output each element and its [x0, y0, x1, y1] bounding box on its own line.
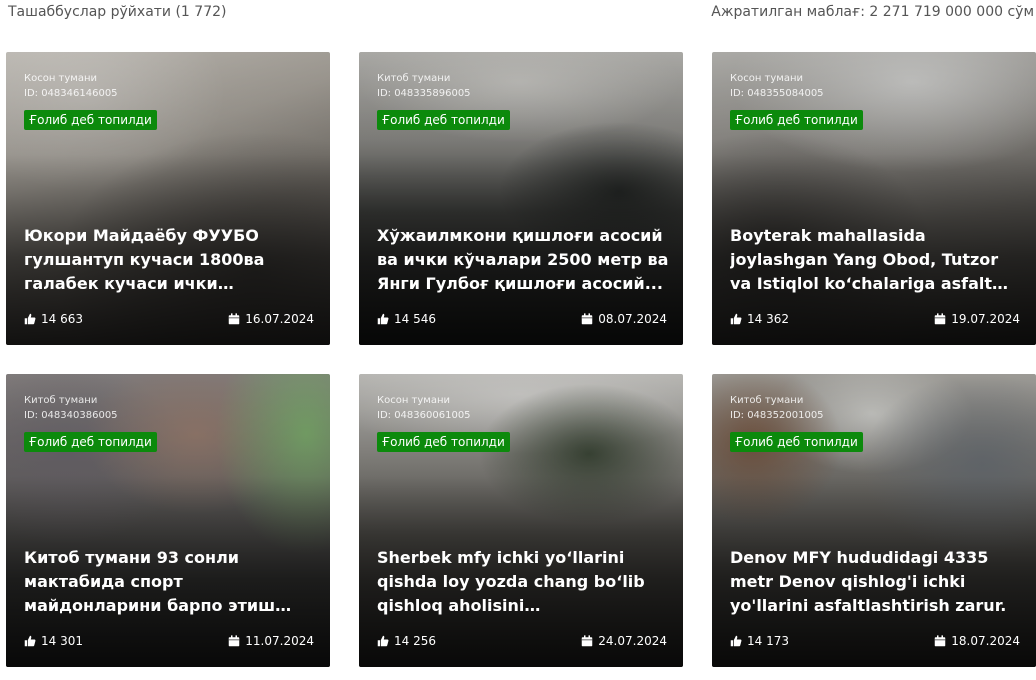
status-badge: Ғолиб деб топилди — [24, 432, 157, 452]
card-id: ID: 048346146005 — [24, 88, 118, 99]
calendar-icon — [581, 313, 593, 325]
date-value: 19.07.2024 — [951, 312, 1020, 326]
likes-count: 14 256 — [394, 634, 436, 648]
likes-count: 14 301 — [41, 634, 83, 648]
status-badge: Ғолиб деб топилди — [730, 432, 863, 452]
card-date: 08.07.2024 — [581, 312, 667, 326]
card-district: Китоб тумани — [24, 395, 98, 406]
card-district: Китоб тумани — [377, 73, 451, 84]
initiative-card[interactable]: Косон тумани ID: 048355084005 Ғолиб деб … — [712, 52, 1036, 345]
card-title[interactable]: Хўжаилмкони қишлоғи асосий ва ички кўчал… — [377, 224, 669, 296]
calendar-icon — [934, 635, 946, 647]
card-id: ID: 048335896005 — [377, 88, 471, 99]
date-value: 08.07.2024 — [598, 312, 667, 326]
likes-count: 14 173 — [747, 634, 789, 648]
card-likes: 14 256 — [377, 634, 436, 648]
list-header: Ташаббуслар рўйхати (1 772) Ажратилган м… — [0, 0, 1036, 28]
date-value: 11.07.2024 — [245, 634, 314, 648]
card-id: ID: 048355084005 — [730, 88, 824, 99]
initiative-card[interactable]: Косон тумани ID: 048360061005 Ғолиб деб … — [359, 374, 683, 667]
thumbs-up-icon — [730, 313, 742, 325]
card-likes: 14 301 — [24, 634, 83, 648]
status-badge: Ғолиб деб топилди — [377, 432, 510, 452]
card-title[interactable]: Китоб тумани 93 сонли мактабида спорт ма… — [24, 546, 316, 618]
card-title[interactable]: Denov MFY hududidagi 4335 metr Denov qis… — [730, 546, 1022, 618]
card-id: ID: 048340386005 — [24, 410, 118, 421]
card-district: Косон тумани — [730, 73, 804, 84]
thumbs-up-icon — [24, 635, 36, 647]
status-badge: Ғолиб деб топилди — [730, 110, 863, 130]
initiative-card[interactable]: Косон тумани ID: 048346146005 Ғолиб деб … — [6, 52, 330, 345]
thumbs-up-icon — [377, 313, 389, 325]
card-date: 18.07.2024 — [934, 634, 1020, 648]
card-likes: 14 173 — [730, 634, 789, 648]
likes-count: 14 546 — [394, 312, 436, 326]
calendar-icon — [228, 635, 240, 647]
card-date: 19.07.2024 — [934, 312, 1020, 326]
calendar-icon — [934, 313, 946, 325]
status-badge: Ғолиб деб топилди — [377, 110, 510, 130]
initiative-card[interactable]: Китоб тумани ID: 048340386005 Ғолиб деб … — [6, 374, 330, 667]
card-likes: 14 362 — [730, 312, 789, 326]
card-district: Косон тумани — [377, 395, 451, 406]
thumbs-up-icon — [377, 635, 389, 647]
card-id: ID: 048352001005 — [730, 410, 824, 421]
likes-count: 14 663 — [41, 312, 83, 326]
card-title[interactable]: Boyterak mahallasida joylashgan Yang Obo… — [730, 224, 1022, 296]
initiative-card[interactable]: Китоб тумани ID: 048352001005 Ғолиб деб … — [712, 374, 1036, 667]
date-value: 24.07.2024 — [598, 634, 667, 648]
initiative-card[interactable]: Китоб тумани ID: 048335896005 Ғолиб деб … — [359, 52, 683, 345]
card-id: ID: 048360061005 — [377, 410, 471, 421]
thumbs-up-icon — [730, 635, 742, 647]
calendar-icon — [581, 635, 593, 647]
likes-count: 14 362 — [747, 312, 789, 326]
card-district: Китоб тумани — [730, 395, 804, 406]
card-date: 11.07.2024 — [228, 634, 314, 648]
card-likes: 14 663 — [24, 312, 83, 326]
date-value: 18.07.2024 — [951, 634, 1020, 648]
card-likes: 14 546 — [377, 312, 436, 326]
calendar-icon — [228, 313, 240, 325]
status-badge: Ғолиб деб топилди — [24, 110, 157, 130]
card-district: Косон тумани — [24, 73, 98, 84]
card-date: 16.07.2024 — [228, 312, 314, 326]
card-title[interactable]: Sherbek mfy ichki yoʻllarini qishda loy … — [377, 546, 669, 618]
date-value: 16.07.2024 — [245, 312, 314, 326]
initiatives-count-label: Ташаббуслар рўйхати (1 772) — [8, 4, 227, 20]
card-date: 24.07.2024 — [581, 634, 667, 648]
allocated-budget-label: Ажратилган маблағ: 2 271 719 000 000 сўм — [711, 4, 1034, 20]
card-title[interactable]: Юкори Майдаёбу ФУУБО гулшантуп кучаси 18… — [24, 224, 316, 296]
thumbs-up-icon — [24, 313, 36, 325]
